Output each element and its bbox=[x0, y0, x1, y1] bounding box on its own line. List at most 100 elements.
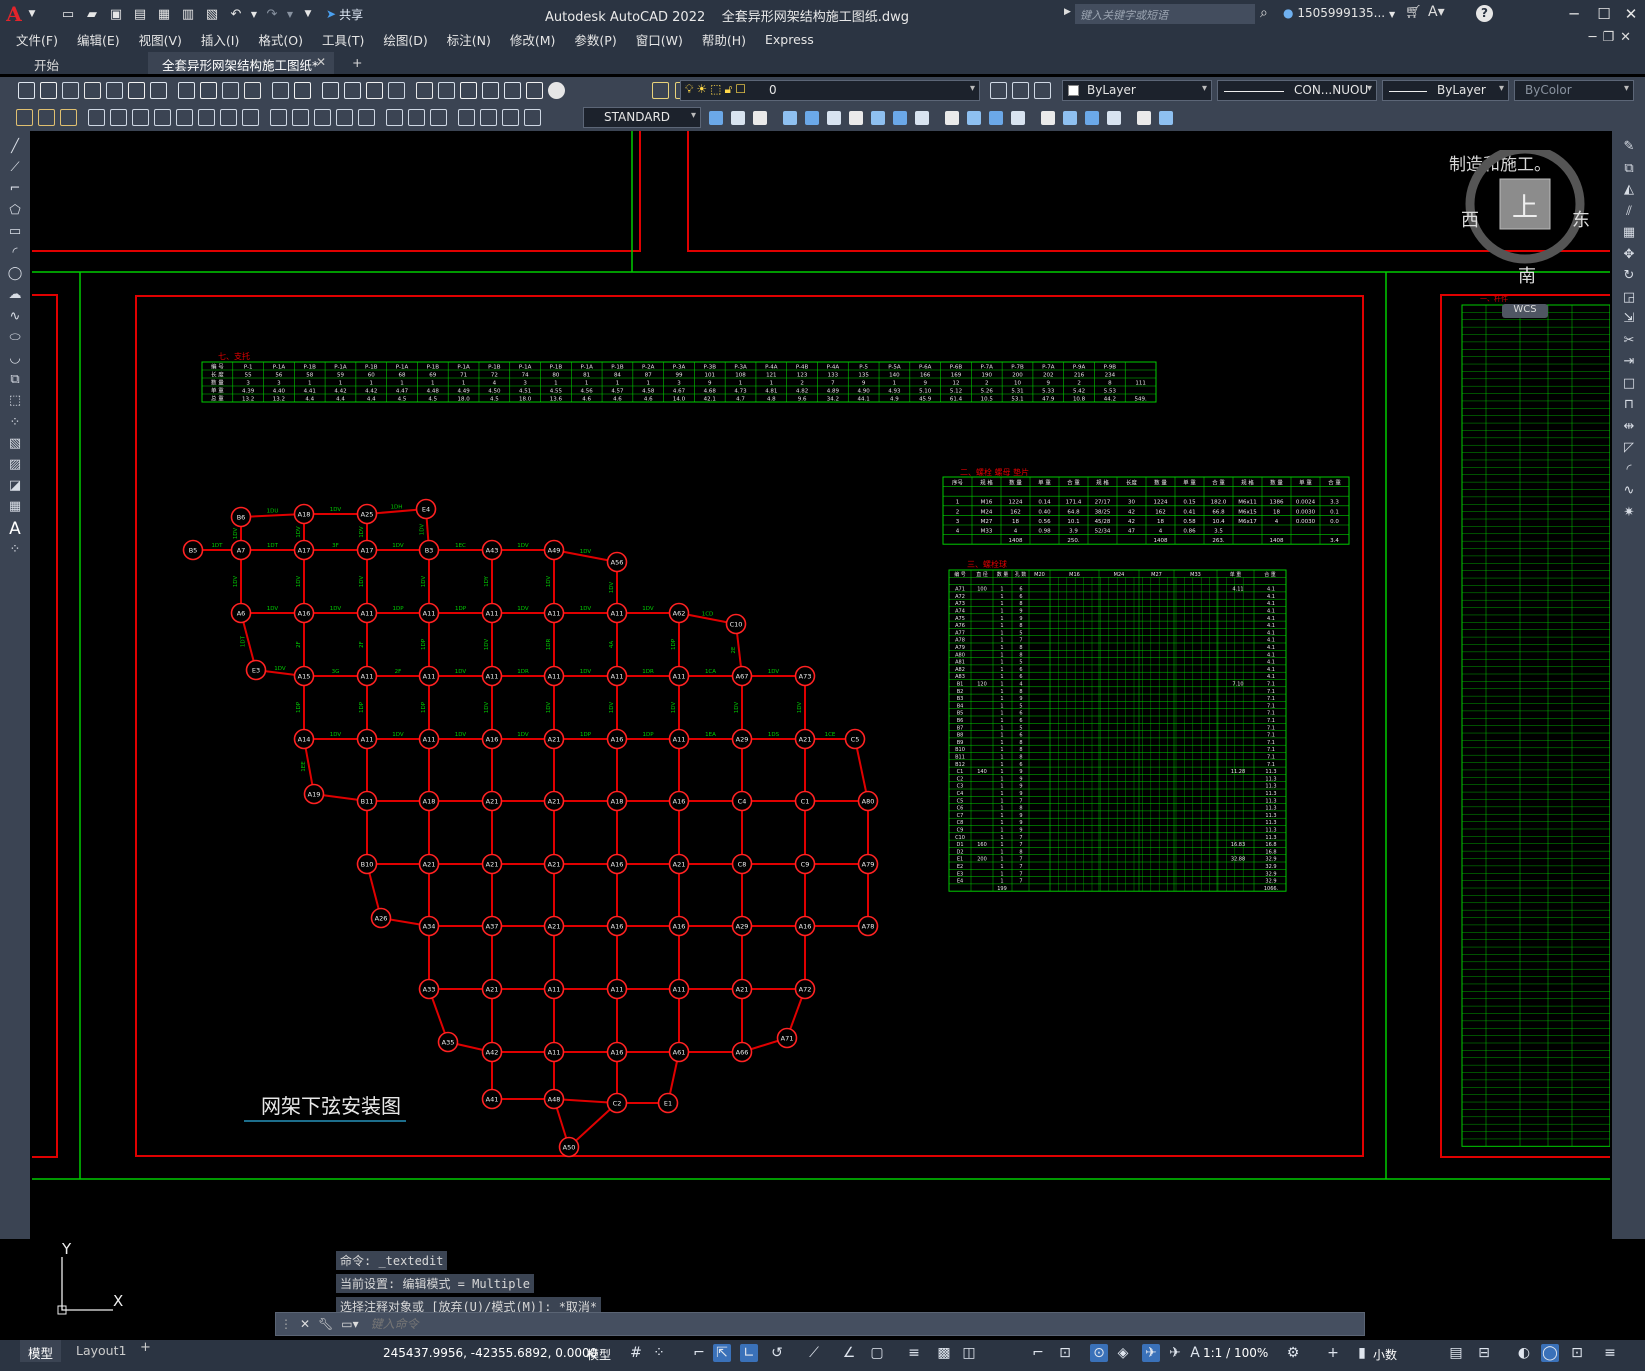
layer-properties-icon[interactable] bbox=[652, 82, 669, 99]
save-icon[interactable]: ▣ bbox=[106, 4, 126, 24]
undo-icon[interactable]: ↶ bbox=[226, 4, 246, 24]
modify-tool-icon[interactable] bbox=[849, 111, 863, 125]
menu-item[interactable]: 参数(P) bbox=[574, 30, 616, 49]
annotation-scale-icon[interactable]: A bbox=[1186, 1344, 1204, 1362]
add-selected-icon[interactable]: ⁘ bbox=[6, 542, 24, 558]
blend-icon[interactable]: ∿ bbox=[1620, 483, 1638, 499]
properties-icon[interactable] bbox=[416, 82, 433, 99]
modify-tool-icon[interactable] bbox=[753, 111, 767, 125]
join-icon[interactable]: ⇹ bbox=[1620, 419, 1638, 435]
insert-block-icon[interactable]: ⧉ bbox=[6, 372, 24, 388]
array-icon[interactable]: ▦ bbox=[1620, 225, 1638, 241]
inspect-icon[interactable] bbox=[430, 109, 447, 126]
coordinate-readout[interactable]: 245437.9956, -42355.6892, 0.0000 bbox=[383, 1346, 597, 1360]
dim-text-edit-icon[interactable] bbox=[502, 109, 519, 126]
diameter-icon[interactable] bbox=[220, 109, 237, 126]
table-icon[interactable] bbox=[60, 109, 77, 126]
menu-item[interactable]: 修改(M) bbox=[510, 30, 556, 49]
make-current-icon[interactable] bbox=[990, 82, 1007, 99]
plot-icon[interactable] bbox=[84, 82, 101, 99]
drawing-canvas[interactable]: 七、支托编 号 P-1 P-1A P-1B P-1A P-1B P-1A P-1B P-1A P-… bbox=[32, 131, 1610, 1239]
continue-icon[interactable] bbox=[314, 109, 331, 126]
modify-tool-icon[interactable] bbox=[1159, 111, 1173, 125]
circle-icon[interactable]: ◯ bbox=[6, 266, 24, 282]
layer-previous-icon[interactable] bbox=[1012, 82, 1029, 99]
plot-icon[interactable]: ▧ bbox=[202, 4, 222, 24]
text-edit-icon[interactable] bbox=[16, 109, 33, 126]
ordinate-icon[interactable] bbox=[154, 109, 171, 126]
cart-icon[interactable]: 🛒︎ bbox=[1405, 5, 1422, 20]
paste-icon[interactable] bbox=[222, 82, 239, 99]
snap-icon[interactable]: ⁘ bbox=[650, 1344, 668, 1362]
workspace-icon[interactable]: ⚙ bbox=[1284, 1344, 1302, 1362]
command-input[interactable] bbox=[362, 1317, 1364, 1331]
open-file-icon[interactable]: ▰ bbox=[82, 4, 102, 24]
command-line[interactable]: ⋮ ✕ 🔧︎ ▭▾ bbox=[275, 1312, 1365, 1336]
close-command-icon[interactable]: ✕ bbox=[296, 1317, 314, 1331]
menu-item[interactable]: 文件(F) bbox=[16, 30, 58, 49]
modify-tool-icon[interactable] bbox=[945, 111, 959, 125]
annotation-scale[interactable]: 1:1 / 100% bbox=[1203, 1346, 1268, 1360]
units-icon[interactable]: ▮ bbox=[1353, 1344, 1371, 1362]
viewcube-west[interactable]: 西 bbox=[1461, 206, 1479, 232]
isolate-icon[interactable]: ◐ bbox=[1515, 1344, 1533, 1362]
close-tab-icon[interactable]: ✕ bbox=[316, 55, 326, 69]
snap-mode-icon[interactable]: ⇱ bbox=[713, 1344, 731, 1362]
add-layout-button[interactable]: + bbox=[140, 1340, 151, 1355]
fillet-icon[interactable]: ◜ bbox=[1620, 462, 1638, 478]
recent-commands-icon[interactable]: ▭▾ bbox=[337, 1317, 362, 1331]
markup-icon[interactable] bbox=[504, 82, 521, 99]
annotation-visibility-icon[interactable]: ✈ bbox=[1142, 1344, 1160, 1362]
new-tab-button[interactable]: + bbox=[344, 52, 370, 74]
rotate-icon[interactable]: ↻ bbox=[1620, 268, 1638, 284]
modify-tool-icon[interactable] bbox=[783, 111, 797, 125]
menu-item[interactable]: 窗口(W) bbox=[636, 30, 683, 49]
customize-icon[interactable]: ≡ bbox=[1601, 1344, 1619, 1362]
zoom-realtime-icon[interactable] bbox=[344, 82, 361, 99]
dropdown-arrow-icon[interactable]: ▼ bbox=[22, 4, 42, 24]
quick-properties-icon[interactable]: ▤ bbox=[1447, 1344, 1465, 1362]
isodraft-icon[interactable]: ⟋ bbox=[805, 1344, 823, 1362]
annotation-monitor-icon[interactable]: + bbox=[1324, 1344, 1342, 1362]
preview-icon[interactable] bbox=[106, 82, 123, 99]
modify-tool-icon[interactable] bbox=[871, 111, 885, 125]
lineweight-icon[interactable]: ≡ bbox=[905, 1344, 923, 1362]
object-snap-icon[interactable]: ▢ bbox=[868, 1344, 886, 1362]
quick-dim-icon[interactable] bbox=[270, 109, 287, 126]
ellipse-icon[interactable]: ⬭ bbox=[6, 330, 24, 346]
save-web-icon[interactable]: ▥ bbox=[178, 4, 198, 24]
new-icon[interactable] bbox=[18, 82, 35, 99]
modify-tool-icon[interactable] bbox=[1063, 111, 1077, 125]
plotstyle-dropdown[interactable]: ByColor ▾ bbox=[1514, 80, 1634, 101]
modify-tool-icon[interactable] bbox=[805, 111, 819, 125]
gradient-icon[interactable]: ▨ bbox=[6, 457, 24, 473]
redo-icon[interactable]: ↷ bbox=[262, 4, 282, 24]
layer-dropdown[interactable]: 💡︎☀︎⬚🔓︎☐ 0 ▾ bbox=[680, 80, 980, 101]
pan-icon[interactable] bbox=[322, 82, 339, 99]
viewcube-south[interactable]: 南 bbox=[1518, 262, 1536, 288]
linetype-dropdown[interactable]: CON...NUOU ▾ bbox=[1217, 80, 1377, 101]
center-mark-icon[interactable] bbox=[408, 109, 425, 126]
text-style-dropdown[interactable]: STANDARD ▾ bbox=[583, 107, 701, 128]
publish-icon[interactable] bbox=[128, 82, 145, 99]
point-icon[interactable]: ⁘ bbox=[6, 415, 24, 431]
autodesk-app-icon[interactable]: A▾ bbox=[1428, 4, 1445, 20]
search-expand-icon[interactable]: ▶ bbox=[1064, 7, 1071, 17]
color-dropdown[interactable]: ByLayer ▾ bbox=[1062, 80, 1212, 101]
modify-tool-icon[interactable] bbox=[731, 111, 745, 125]
copy-icon[interactable] bbox=[200, 82, 217, 99]
close-button[interactable]: ✕ bbox=[1617, 3, 1645, 25]
viewcube[interactable] bbox=[1436, 150, 1606, 320]
menu-item[interactable]: 绘图(D) bbox=[383, 30, 427, 49]
search-input[interactable]: 键入关键字或短语 bbox=[1075, 4, 1255, 24]
construction-line-icon[interactable]: ⟋ bbox=[6, 160, 24, 176]
match-properties-icon[interactable] bbox=[244, 82, 261, 99]
viewcube-east[interactable]: 东 bbox=[1572, 206, 1590, 232]
menu-item[interactable]: 工具(T) bbox=[322, 30, 364, 49]
zoom-window-icon[interactable] bbox=[366, 82, 383, 99]
break-point-icon[interactable]: □ bbox=[1620, 376, 1638, 392]
lineweight-dropdown[interactable]: ByLayer ▾ bbox=[1382, 80, 1509, 101]
tolerance-icon[interactable] bbox=[386, 109, 403, 126]
ellipse-arc-icon[interactable]: ◡ bbox=[6, 351, 24, 367]
tab-start[interactable]: 开始 bbox=[20, 52, 73, 74]
